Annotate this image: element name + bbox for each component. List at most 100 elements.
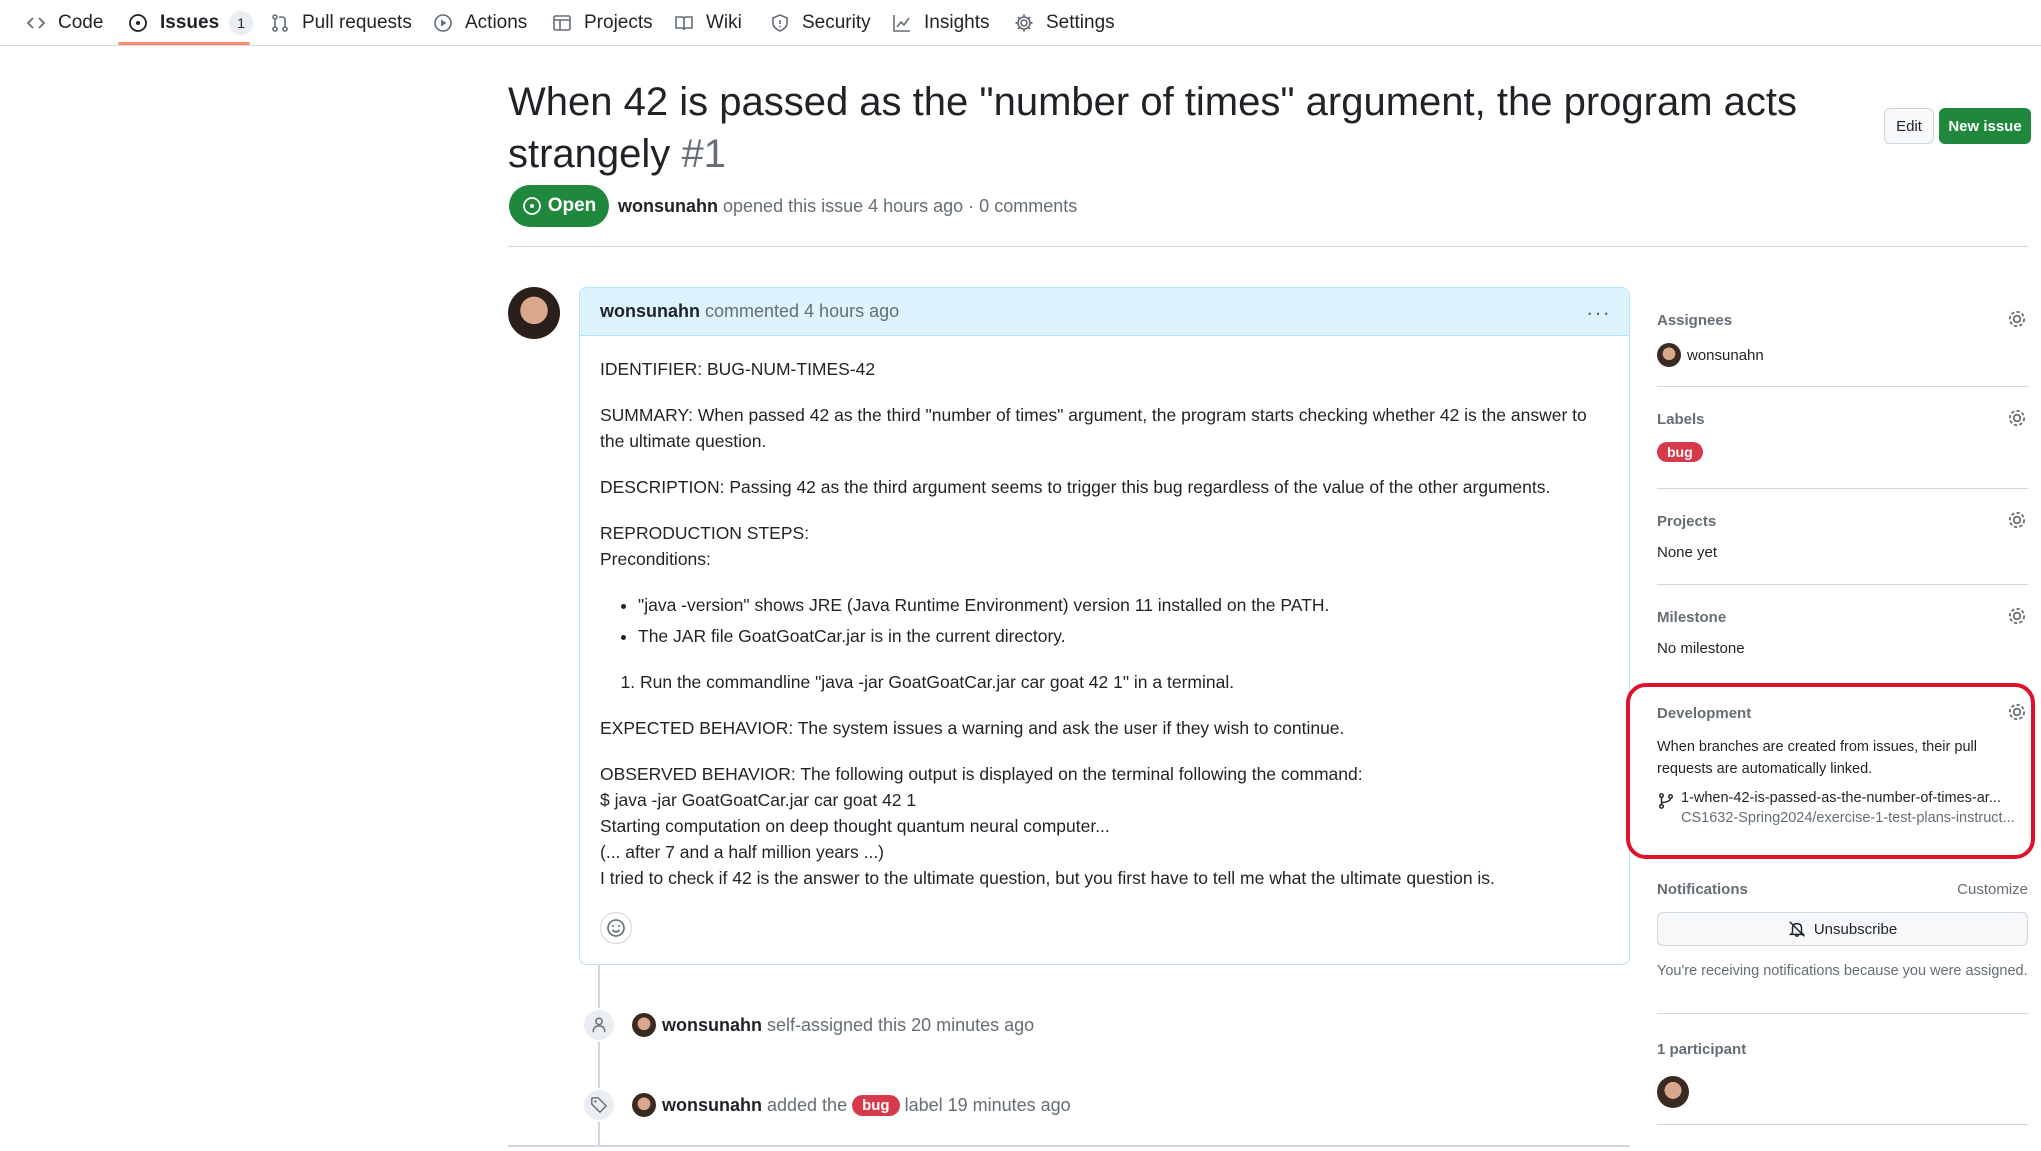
observed-line: Starting computation on deep thought qua… — [600, 816, 1110, 836]
comment-author-link[interactable]: wonsunahn — [600, 301, 700, 322]
active-tab-indicator — [118, 42, 250, 45]
observed-line: I tried to check if 42 is the answer to … — [600, 868, 1495, 888]
labels-title: Labels — [1657, 411, 1705, 428]
sidebar-participants: 1 participant — [1657, 1041, 2028, 1108]
participants-title: 1 participant — [1657, 1041, 1747, 1058]
gear-icon[interactable] — [2006, 605, 2028, 627]
nav-insights[interactable]: Insights — [892, 0, 989, 46]
issue-opened-icon — [522, 197, 541, 215]
nav-projects[interactable]: Projects — [552, 0, 653, 46]
unsubscribe-button[interactable]: Unsubscribe — [1657, 912, 2028, 946]
observed-line: (... after 7 and a half million years ..… — [600, 842, 885, 862]
nav-pull-requests-label: Pull requests — [302, 12, 412, 33]
issue-opened-icon — [129, 14, 147, 32]
avatar[interactable] — [1657, 1076, 1689, 1108]
nav-projects-label: Projects — [584, 12, 653, 33]
table-icon — [553, 15, 571, 31]
label-item[interactable]: bug — [1657, 442, 2028, 462]
comment-identifier: IDENTIFIER: BUG-NUM-TIMES-42 — [600, 359, 876, 379]
sidebar-assignees: Assignees wonsunahn — [1657, 310, 2028, 367]
nav-settings[interactable]: Settings — [1014, 0, 1115, 46]
new-issue-button[interactable]: New issue — [1939, 108, 2031, 144]
issue-title: When 42 is passed as the "number of time… — [508, 76, 1828, 180]
avatar[interactable] — [632, 1013, 656, 1037]
highlight-annotation — [1626, 683, 2035, 859]
bug-label: bug — [1657, 442, 1703, 462]
participant-list — [1657, 1076, 2028, 1108]
git-pull-request-icon — [272, 14, 288, 32]
nav-code[interactable]: Code — [26, 0, 103, 46]
gear-icon[interactable] — [2006, 308, 2028, 330]
sidebar-divider — [1657, 386, 2028, 387]
observed-line: $ java -jar GoatGoatCar.jar car goat 42 … — [600, 790, 917, 810]
add-reaction-button[interactable] — [600, 912, 632, 944]
comment-header: wonsunahn commented 4 hours ago ··· — [580, 288, 1629, 336]
notifications-note: You're receiving notifications because y… — [1657, 963, 2028, 979]
issue-state-label: Open — [547, 195, 597, 216]
avatar[interactable] — [508, 287, 560, 339]
unsubscribe-label: Unsubscribe — [1813, 920, 1898, 938]
assignee-item[interactable]: wonsunahn — [1657, 343, 2028, 367]
book-icon — [675, 16, 693, 31]
projects-title: Projects — [1657, 513, 1717, 530]
nav-wiki-label: Wiki — [706, 12, 742, 33]
preconditions-list: "java -version" shows JRE (Java Runtime … — [638, 592, 1609, 649]
play-icon — [434, 14, 452, 32]
projects-value: None yet — [1657, 544, 1718, 561]
nav-code-label: Code — [58, 12, 104, 33]
issues-counter: 1 — [229, 11, 254, 35]
code-icon — [26, 17, 46, 29]
comment-repro: REPRODUCTION STEPS: Preconditions: — [600, 520, 1609, 572]
timeline-event-icon — [582, 1008, 616, 1042]
kebab-icon[interactable]: ··· — [1586, 300, 1611, 326]
sidebar-notifications: Notifications Customize Unsubscribe You'… — [1657, 881, 2028, 982]
gear-icon[interactable] — [2006, 407, 2028, 429]
nav-actions-label: Actions — [465, 12, 528, 33]
sidebar-labels: Labels bug — [1657, 409, 2028, 462]
comment-expected: EXPECTED BEHAVIOR: The system issues a w… — [600, 718, 1345, 738]
gear-icon[interactable] — [2006, 509, 2028, 531]
tag-icon — [591, 1097, 608, 1114]
edit-button[interactable]: Edit — [1884, 108, 1934, 144]
graph-icon — [893, 15, 910, 32]
smiley-icon — [607, 919, 625, 937]
list-item: "java -version" shows JRE (Java Runtime … — [638, 592, 1609, 618]
timeline-item-labeled: wonsunahn added the bug label 19 minutes… — [632, 1093, 1071, 1117]
timeline-author-link[interactable]: wonsunahn — [662, 1095, 762, 1116]
timeline-text: added the — [767, 1094, 848, 1115]
sidebar-divider — [1657, 488, 2028, 489]
issue-meta-text: opened this issue 4 hours ago · 0 commen… — [723, 196, 1078, 216]
timeline-text: self-assigned this 20 minutes ago — [767, 1014, 1035, 1035]
bug-label[interactable]: bug — [852, 1094, 900, 1116]
customize-link[interactable]: Customize — [1957, 881, 2028, 898]
nav-issues[interactable]: Issues 1 — [128, 0, 254, 46]
timeline-author-link[interactable]: wonsunahn — [662, 1015, 762, 1036]
sidebar-divider — [1657, 1124, 2028, 1125]
assignees-title: Assignees — [1657, 312, 1733, 329]
comment-body: IDENTIFIER: BUG-NUM-TIMES-42 SUMMARY: Wh… — [580, 336, 1629, 891]
bell-slash-icon — [1788, 921, 1805, 937]
avatar — [1657, 343, 1681, 367]
nav-settings-label: Settings — [1046, 12, 1115, 33]
comment-observed: OBSERVED BEHAVIOR: The following output … — [600, 761, 1609, 891]
issue-author-link[interactable]: wonsunahn — [618, 196, 718, 216]
milestone-value: No milestone — [1657, 640, 1745, 657]
repo-nav: Code Issues 1 Pull requests Actions Proj… — [0, 0, 2041, 46]
comment-timestamp: commented 4 hours ago — [705, 301, 900, 321]
timeline-divider — [508, 1145, 1630, 1147]
issue-number: #1 — [681, 132, 726, 176]
nav-pull-requests[interactable]: Pull requests — [270, 0, 412, 46]
nav-insights-label: Insights — [924, 12, 990, 33]
timeline-text: label 19 minutes ago — [904, 1094, 1071, 1115]
preconditions-heading: Preconditions: — [600, 549, 711, 569]
issue-state-badge: Open — [509, 185, 609, 227]
nav-security[interactable]: Security — [770, 0, 871, 46]
nav-issues-label: Issues — [160, 12, 220, 33]
sidebar-divider — [1657, 1013, 2028, 1014]
avatar[interactable] — [632, 1093, 656, 1117]
nav-actions[interactable]: Actions — [433, 0, 527, 46]
nav-wiki[interactable]: Wiki — [674, 0, 742, 46]
sidebar-milestone: Milestone No milestone — [1657, 607, 2028, 657]
issue-comment: wonsunahn commented 4 hours ago ··· IDEN… — [579, 287, 1630, 965]
comment-description: DESCRIPTION: Passing 42 as the third arg… — [600, 477, 1551, 497]
